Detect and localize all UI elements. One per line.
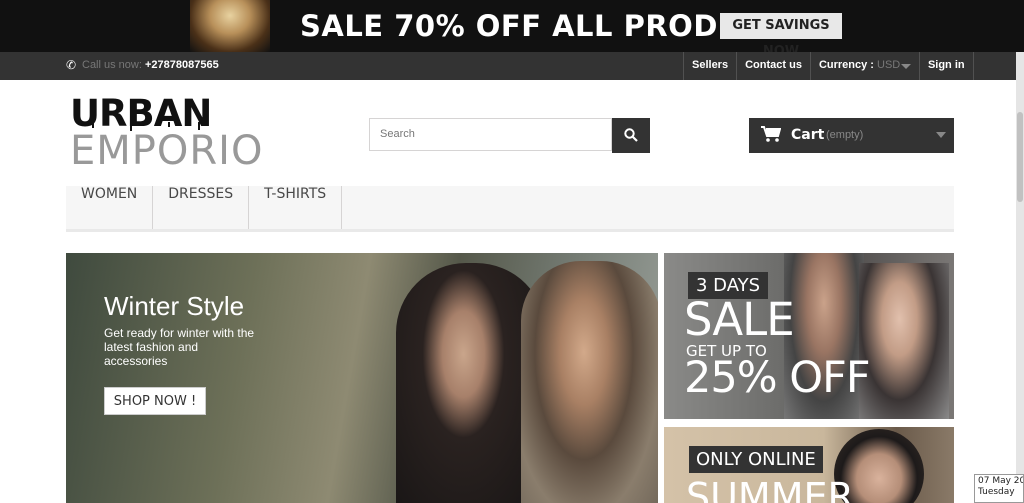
menu-item-women[interactable]: WOMEN: [66, 186, 154, 229]
top-nav-bar: ✆ Call us now: +27878087565 Sellers Conta…: [0, 52, 1024, 80]
sellers-link[interactable]: Sellers: [683, 52, 736, 80]
banner-tag: ONLY ONLINE: [689, 446, 823, 473]
contact-us-link[interactable]: Contact us: [736, 52, 810, 80]
contact-phone: ✆ Call us now: +27878087565: [66, 58, 219, 72]
sale-banner[interactable]: 3 DAYS SALE GET UP TO 25% OFF: [664, 253, 954, 419]
scrollbar-thumb[interactable]: [1017, 112, 1023, 202]
cart-block[interactable]: Cart (empty): [749, 118, 954, 153]
search-icon: [624, 128, 638, 142]
phone-icon: ✆: [66, 58, 77, 72]
logo-drip: [168, 122, 170, 127]
banner-woman-image: [859, 263, 949, 419]
search-input[interactable]: Search: [369, 118, 612, 151]
sign-in-link[interactable]: Sign in: [918, 52, 974, 80]
get-savings-button[interactable]: GET SAVINGS NOW: [720, 13, 842, 59]
search-button[interactable]: [612, 118, 650, 153]
menu-item-t-shirts[interactable]: T-SHIRTS: [249, 186, 343, 229]
main-menu: WOMEN DRESSES T-SHIRTS: [66, 186, 954, 232]
cart-status: (empty): [826, 129, 864, 141]
slide-title: Winter Style: [104, 291, 245, 321]
call-label: Call us now:: [82, 59, 142, 71]
banner-discount: 25% OFF: [684, 353, 871, 403]
site-logo[interactable]: URBAN EMPORIO: [70, 90, 270, 174]
slider-man-image: [521, 261, 658, 503]
promo-banner[interactable]: SALE 70% OFF ALL PRODUCTS GET SAVINGS NO…: [0, 0, 1024, 59]
currency-label: Currency :: [818, 59, 874, 71]
cart-icon: [761, 126, 781, 142]
chevron-down-icon: [936, 132, 946, 138]
cart-label: Cart: [791, 127, 825, 143]
slide-description: Get ready for winter with the latest fas…: [104, 326, 255, 368]
banner-headline: SUMMER: [686, 475, 854, 503]
taskbar-clock[interactable]: 07 May 2015 Tuesday: [974, 474, 1024, 503]
online-banner[interactable]: ONLY ONLINE SUMMER: [664, 427, 954, 503]
logo-line-2: EMPORIO: [70, 128, 264, 174]
phone-number: +27878087565: [144, 59, 219, 71]
currency-value: USD: [877, 59, 901, 71]
top-links: Sellers Contact us Currency : USD Sign i…: [683, 52, 974, 80]
homepage-slider[interactable]: Winter Style Get ready for winter with t…: [66, 253, 658, 503]
promo-model-image: [190, 0, 270, 52]
clock-date: 07 May 2015: [978, 476, 1023, 486]
shop-now-button[interactable]: SHOP NOW !: [104, 387, 206, 415]
vertical-scrollbar[interactable]: [1016, 52, 1024, 482]
banner-headline: SALE: [684, 293, 795, 346]
chevron-down-icon: [900, 64, 911, 69]
currency-selector[interactable]: Currency : USD: [809, 52, 919, 80]
clock-day: Tuesday: [978, 487, 1015, 497]
menu-item-dresses[interactable]: DRESSES: [153, 186, 250, 229]
